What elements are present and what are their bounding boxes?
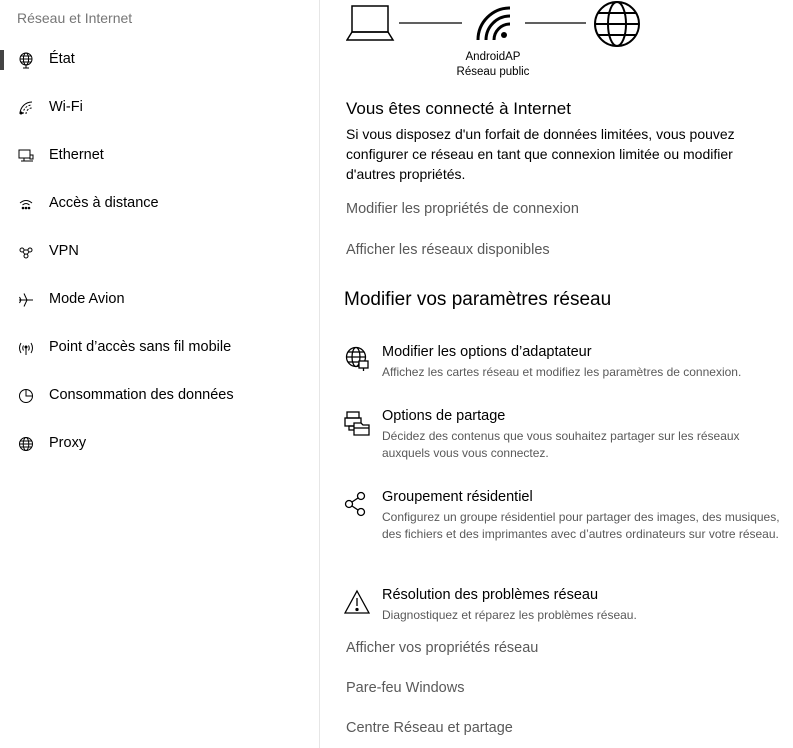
sidebar-item-ethernet[interactable]: Ethernet [0,136,319,176]
option-title: Modifier les options d’adaptateur [382,344,592,360]
proxy-globe-icon [17,436,35,452]
option-description: Diagnostiquez et réparez les problèmes r… [382,608,637,622]
warning-icon [343,589,371,615]
sidebar-item-label: État [49,51,75,67]
sidebar-item-label: Accès à distance [49,195,159,211]
option-description: Configurez un groupe résidentiel pour pa… [382,510,780,541]
sidebar-item-label: Point d’accès sans fil mobile [49,339,232,355]
ethernet-icon [17,148,35,164]
selection-indicator [0,50,4,70]
dialup-icon [17,196,35,212]
sidebar-item-point-acces[interactable]: Point d’accès sans fil mobile [0,328,319,368]
option-description: Affichez les cartes réseau et modifiez l… [382,365,742,379]
option-title: Résolution des problèmes réseau [382,587,599,603]
sidebar-item-label: Mode Avion [49,291,125,307]
option-title: Groupement résidentiel [382,489,533,505]
sidebar-item-label: Consommation des données [49,387,234,403]
network-name: AndroidAP [465,51,521,63]
option-title: Options de partage [382,408,506,424]
sharing-options-item[interactable]: Options de partage Décidez des contenus … [344,408,784,464]
sidebar: Réseau et Internet État Wi-Fi Ethernet A… [0,0,320,748]
sidebar-item-acces-distance[interactable]: Accès à distance [0,184,319,224]
sidebar-title: Réseau et Internet [17,10,133,26]
option-description: Décidez des contenus que vous souhaitez … [382,429,740,460]
sidebar-item-proxy[interactable]: Proxy [0,424,319,464]
sidebar-item-label: Wi-Fi [49,99,83,115]
laptop-icon [346,5,395,41]
troubleshoot-item[interactable]: Résolution des problèmes réseau Diagnost… [343,587,784,627]
sidebar-item-vpn[interactable]: VPN [0,232,319,272]
sidebar-item-mode-avion[interactable]: Mode Avion [0,280,319,320]
sidebar-item-label: VPN [49,243,79,259]
adapter-options-item[interactable]: Modifier les options d’adaptateur Affich… [344,344,784,384]
hotspot-icon [17,340,35,356]
airplane-icon [17,292,35,308]
internet-globe-icon [594,1,640,47]
show-available-networks-link[interactable]: Afficher les réseaux disponibles [346,242,550,258]
view-network-properties-link[interactable]: Afficher vos propriétés réseau [346,640,538,656]
adapter-icon [344,346,370,372]
data-usage-icon [17,388,35,404]
connected-text: Si vous disposez d'un forfait de données… [346,126,735,182]
network-type: Réseau public [456,66,530,78]
network-sharing-center-link[interactable]: Centre Réseau et partage [346,720,513,736]
sidebar-item-label: Proxy [49,435,87,451]
sidebar-item-wifi[interactable]: Wi-Fi [0,88,319,128]
sidebar-item-consommation[interactable]: Consommation des données [0,376,319,416]
sidebar-item-label: Ethernet [49,147,104,163]
network-settings-heading: Modifier vos paramètres réseau [344,289,612,310]
sidebar-item-etat[interactable]: État [0,40,319,80]
globe-icon [17,52,35,69]
wifi-icon [17,100,35,116]
connection-diagram: AndroidAP Réseau public [344,0,644,84]
connected-heading: Vous êtes connecté à Internet [346,99,571,118]
homegroup-icon [344,491,370,517]
main-content: AndroidAP Réseau public Vous êtes connec… [320,0,793,748]
wifi-signal-icon [476,6,511,41]
sharing-icon [344,410,370,436]
windows-firewall-link[interactable]: Pare-feu Windows [346,680,464,696]
change-connection-properties-link[interactable]: Modifier les propriétés de connexion [346,201,579,217]
vpn-icon [17,244,35,260]
homegroup-item[interactable]: Groupement résidentiel Configurez un gro… [344,489,784,561]
